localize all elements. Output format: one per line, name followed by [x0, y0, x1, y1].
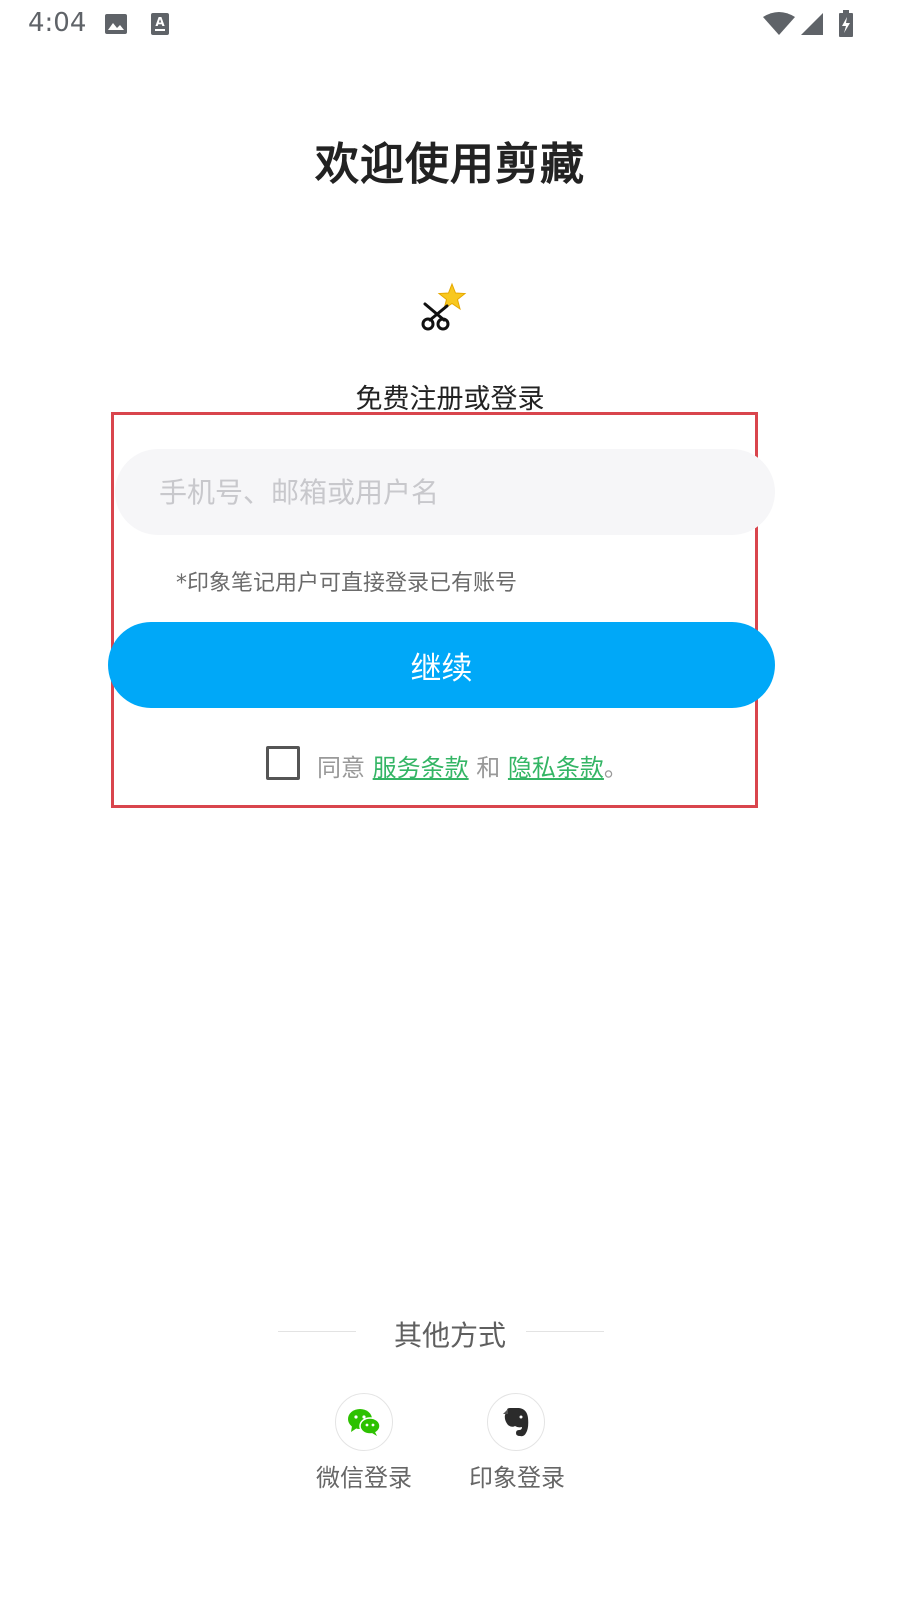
privacy-policy-link[interactable]: 隐私条款 — [508, 754, 604, 782]
image-notification-icon — [105, 14, 127, 34]
battery-icon — [839, 10, 853, 37]
signal-icon — [801, 13, 823, 35]
wechat-login-button[interactable] — [335, 1393, 393, 1451]
svg-text:A: A — [155, 15, 165, 29]
evernote-login-button[interactable] — [487, 1393, 545, 1451]
divider-right — [526, 1331, 604, 1332]
status-bar: 4:04 A — [0, 0, 900, 48]
agreement-conjunction: 和 — [476, 754, 501, 782]
wifi-icon — [763, 12, 795, 35]
login-screen: 4:04 A 欢迎使用剪藏 免费注册或登录 手机号、邮箱或用户名 *印象笔记用户… — [0, 0, 900, 1600]
wechat-login-label: 微信登录 — [316, 1464, 412, 1492]
agreement-suffix: 。 — [603, 754, 628, 782]
page-title: 欢迎使用剪藏 — [315, 139, 585, 190]
status-time: 4:04 — [28, 8, 87, 38]
scissors-star-logo-icon — [421, 282, 467, 331]
continue-button[interactable]: 继续 — [108, 622, 775, 708]
terms-of-service-link[interactable]: 服务条款 — [373, 754, 469, 782]
account-input[interactable] — [115, 449, 775, 535]
subtitle: 免费注册或登录 — [355, 384, 545, 415]
evernote-login-label: 印象登录 — [469, 1464, 565, 1492]
evernote-icon — [503, 1408, 529, 1437]
wechat-icon — [348, 1409, 381, 1436]
other-methods-label: 其他方式 — [393, 1319, 506, 1352]
text-notification-icon: A — [151, 13, 169, 35]
agreement-prefix: 同意 — [317, 754, 365, 782]
evernote-hint: *印象笔记用户可直接登录已有账号 — [176, 571, 518, 596]
agreement-text: 同意 服务条款 和 隐私条款。 — [317, 748, 628, 783]
agree-checkbox[interactable] — [266, 746, 300, 780]
